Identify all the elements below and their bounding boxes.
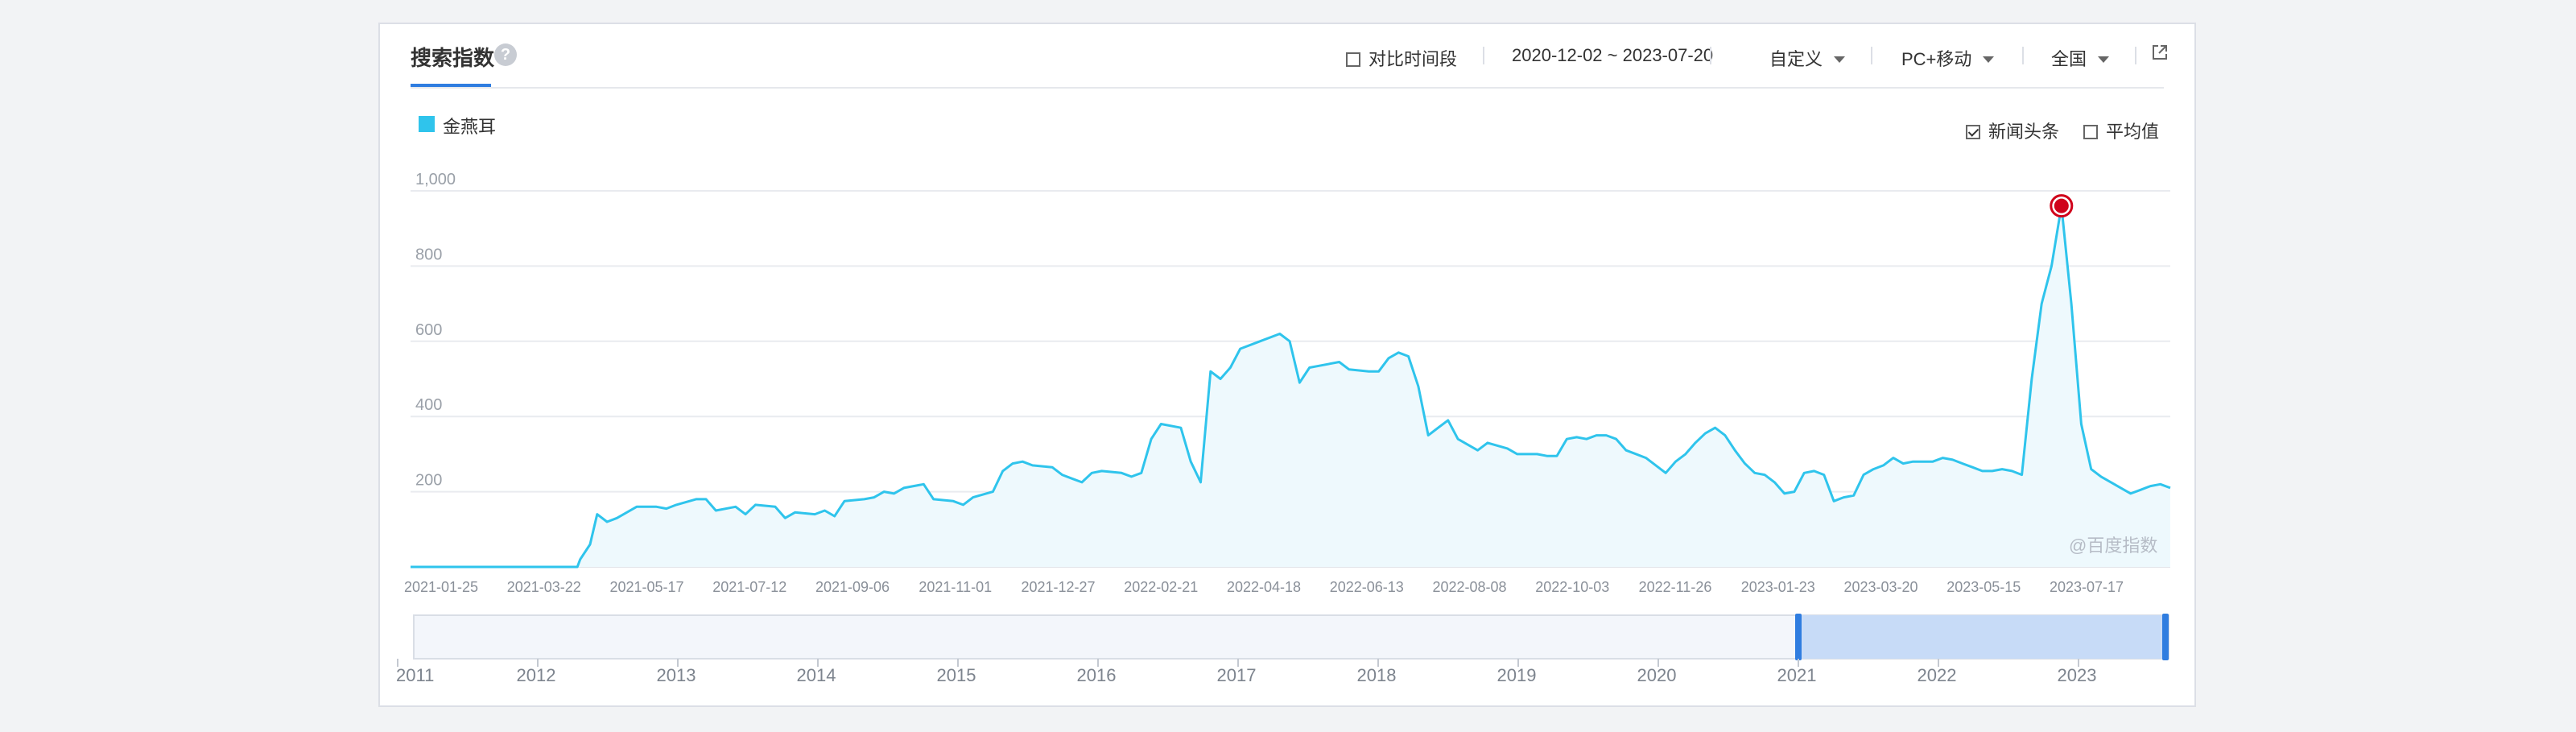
timeline-year-label: 2017 bbox=[1217, 665, 1257, 685]
timeline-year-label: 2014 bbox=[797, 665, 836, 685]
peak-marker[interactable] bbox=[2054, 198, 2069, 213]
x-tick-label: 2021-09-06 bbox=[815, 579, 890, 595]
x-tick-label: 2021-03-22 bbox=[507, 579, 581, 595]
x-tick-label: 2023-01-23 bbox=[1741, 579, 1815, 595]
timeline-year-label: 2015 bbox=[937, 665, 976, 685]
x-tick-label: 2021-07-12 bbox=[712, 579, 786, 595]
y-tick-label: 600 bbox=[415, 321, 442, 339]
x-tick-label: 2022-11-26 bbox=[1639, 579, 1712, 595]
timeline-year-label: 2011 bbox=[396, 665, 434, 685]
y-tick-label: 1,000 bbox=[415, 171, 456, 188]
x-tick-label: 2023-03-20 bbox=[1843, 579, 1918, 595]
timeline-end-handle[interactable] bbox=[2162, 614, 2169, 660]
x-tick-label: 2022-08-08 bbox=[1432, 579, 1506, 595]
watermark: @百度指数 bbox=[2069, 536, 2158, 556]
x-tick-label: 2023-07-17 bbox=[2050, 579, 2124, 595]
timeline-year-label: 2016 bbox=[1077, 665, 1117, 685]
timeline-year-label: 2023 bbox=[2058, 665, 2097, 685]
timeline-year-label: 2013 bbox=[657, 665, 696, 685]
timeline-year-label: 2020 bbox=[1637, 665, 1677, 685]
search-index-panel: 搜索指数 ? 对比时间段 2020-12-02 ~ 2023-07-20 自定义… bbox=[378, 23, 2196, 707]
timeline-start-handle[interactable] bbox=[1795, 614, 1802, 660]
x-tick-label: 2021-01-25 bbox=[404, 579, 478, 595]
chart-area[interactable]: 1,000 800 600 400 200 2021-01-25 2021-03-22 202… bbox=[380, 24, 2194, 705]
timeline-year-label: 2022 bbox=[1918, 665, 1957, 685]
x-tick-label: 2022-04-18 bbox=[1227, 579, 1301, 595]
timeline-year-label: 2012 bbox=[517, 665, 556, 685]
series-area bbox=[411, 205, 2170, 567]
x-tick-label: 2021-11-01 bbox=[919, 579, 992, 595]
timeline-selection[interactable] bbox=[1798, 615, 2165, 659]
timeline-year-label: 2021 bbox=[1777, 665, 1817, 685]
timeline-year-label: 2019 bbox=[1497, 665, 1537, 685]
x-tick-label: 2021-12-27 bbox=[1021, 579, 1095, 595]
x-tick-label: 2023-05-15 bbox=[1946, 579, 2021, 595]
y-tick-label: 200 bbox=[415, 472, 442, 490]
x-tick-label: 2022-02-21 bbox=[1124, 579, 1198, 595]
timeline-year-label: 2018 bbox=[1357, 665, 1397, 685]
x-tick-label: 2021-05-17 bbox=[609, 579, 683, 595]
x-tick-label: 2022-10-03 bbox=[1535, 579, 1609, 595]
x-tick-label: 2022-06-13 bbox=[1330, 579, 1404, 595]
y-tick-label: 800 bbox=[415, 246, 442, 263]
y-tick-label: 400 bbox=[415, 396, 442, 414]
